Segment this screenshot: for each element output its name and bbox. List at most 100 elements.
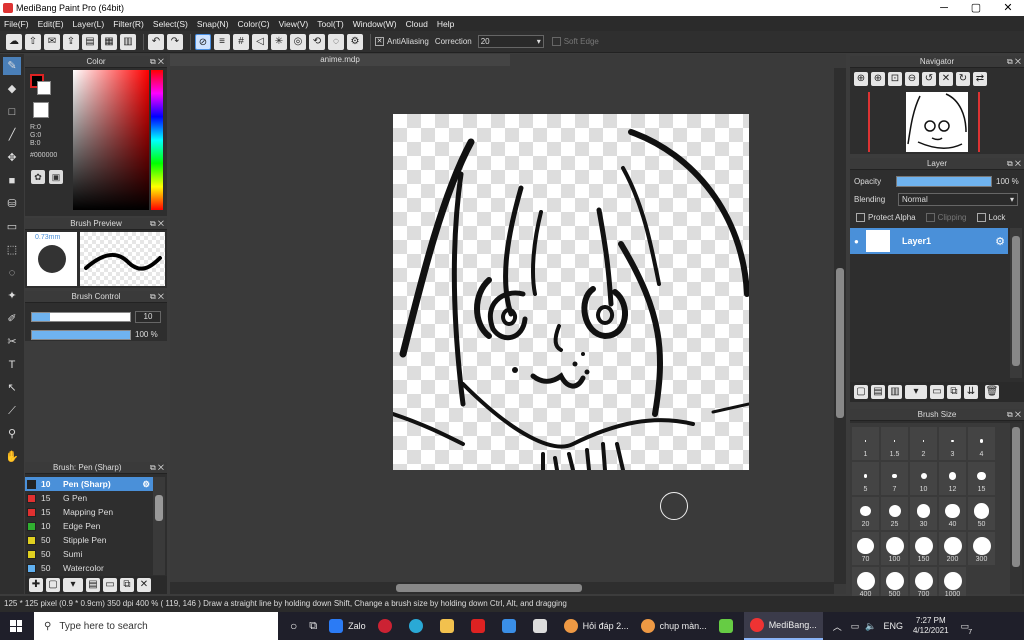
brush-size-option[interactable]: 30: [910, 497, 937, 530]
zoom-out-icon[interactable]: ⊖: [905, 72, 919, 86]
vertical-scrollbar[interactable]: [834, 68, 846, 584]
brush-item[interactable]: 10 Edge Pen: [25, 519, 153, 533]
menu-edit[interactable]: Edit(E): [38, 19, 64, 29]
menu-help[interactable]: Help: [437, 19, 454, 29]
bucket-tool-icon[interactable]: ⛁: [3, 195, 21, 213]
rotate-right-icon[interactable]: ↻: [956, 72, 970, 86]
brush-tool-icon[interactable]: ✎: [3, 57, 21, 75]
select-tool-icon[interactable]: ⬚: [3, 241, 21, 259]
fill-rect-tool-icon[interactable]: ■: [3, 172, 21, 190]
brush-size-option[interactable]: 4: [968, 427, 995, 460]
panel-close-icon[interactable]: ⧉ ✕: [150, 462, 164, 474]
brush-size-option[interactable]: 300: [968, 532, 995, 565]
line-tool-icon[interactable]: ╱: [3, 126, 21, 144]
brush-size-slider[interactable]: [31, 312, 131, 322]
correction-select[interactable]: 20: [477, 35, 544, 48]
hand-tool-icon[interactable]: ✋: [3, 448, 21, 466]
folder-icon[interactable]: ▭: [103, 578, 117, 592]
taskbar-explorer[interactable]: [434, 612, 465, 640]
clock[interactable]: 7:27 PM 4/12/2021: [907, 612, 955, 640]
cortana-icon[interactable]: ○: [284, 612, 303, 640]
shape-tool-icon[interactable]: □: [3, 103, 21, 121]
tray-chevron-icon[interactable]: ︿: [827, 612, 848, 640]
brush-size-option[interactable]: 100: [881, 532, 908, 565]
color-history-icon[interactable]: ▣: [49, 170, 63, 184]
layer-opacity-slider[interactable]: [896, 176, 992, 187]
zoom-in-alt-icon[interactable]: ⊕: [871, 72, 885, 86]
taskbar-store[interactable]: [527, 612, 558, 640]
language-indicator[interactable]: ENG: [879, 612, 907, 640]
notification-icon[interactable]: ▭ 7: [955, 612, 976, 640]
brush-opacity-slider[interactable]: [31, 330, 131, 340]
upload-icon[interactable]: ⇧: [25, 33, 41, 50]
windows-start-icon[interactable]: [10, 620, 22, 632]
clipping-checkbox[interactable]: [925, 213, 935, 222]
flip-icon[interactable]: ⇄: [973, 72, 987, 86]
layout-icon[interactable]: ▦: [101, 33, 117, 50]
brush-list-scrollbar[interactable]: [153, 477, 165, 575]
menu-window[interactable]: Window(W): [353, 19, 397, 29]
brush-size-option[interactable]: 10: [910, 462, 937, 495]
menu-filter[interactable]: Filter(R): [113, 19, 144, 29]
brush-size-option[interactable]: 20: [852, 497, 879, 530]
maximize-button[interactable]: ▢: [960, 0, 992, 16]
redo-icon[interactable]: ↷: [167, 33, 183, 50]
new-halftone-layer-icon[interactable]: ▤: [871, 385, 885, 399]
palette-icon[interactable]: ✿: [31, 170, 45, 184]
close-button[interactable]: ✕: [992, 0, 1024, 16]
duplicate-brush-icon[interactable]: ⧉: [120, 578, 134, 592]
undo-icon[interactable]: ↶: [148, 33, 164, 50]
menu-view[interactable]: View(V): [279, 19, 309, 29]
taskbar-medibang[interactable]: MediBang...: [743, 612, 823, 640]
horizontal-scrollbar[interactable]: [170, 582, 834, 594]
navigator-thumbnail[interactable]: [906, 92, 968, 152]
canvas-area[interactable]: anime.mdp: [170, 54, 846, 594]
import-brush-icon[interactable]: ▤: [86, 578, 100, 592]
brush-item[interactable]: 15 Mapping Pen: [25, 505, 153, 519]
move-tool-icon[interactable]: ✥: [3, 149, 21, 167]
lock-checkbox[interactable]: [976, 213, 986, 222]
task-view-icon[interactable]: ⧉: [303, 612, 323, 640]
taskbar-edge[interactable]: [403, 612, 434, 640]
settings-panel-icon[interactable]: ▥: [120, 33, 136, 50]
snap-settings-icon[interactable]: ⚙: [347, 33, 363, 50]
brush-size-option[interactable]: 2: [910, 427, 937, 460]
blending-select[interactable]: Normal ▾: [898, 193, 1018, 206]
rotate-left-icon[interactable]: ↺: [922, 72, 936, 86]
background-color[interactable]: [37, 81, 51, 95]
panel-close-icon[interactable]: ⧉ ✕: [150, 291, 164, 303]
panel-close-icon[interactable]: ⧉ ✕: [150, 218, 164, 230]
layer-row[interactable]: ● Layer1 ⚙: [850, 228, 1008, 254]
layer-scrollbar[interactable]: [1010, 228, 1022, 378]
brush-size-option[interactable]: 7: [881, 462, 908, 495]
transparent-color-swatch[interactable]: [33, 102, 49, 118]
menu-layer[interactable]: Layer(L): [73, 19, 105, 29]
brush-size-option[interactable]: 40: [939, 497, 966, 530]
add-brush-icon[interactable]: ✚: [29, 578, 43, 592]
trash-icon[interactable]: 🗑: [985, 385, 999, 399]
brush-size-option[interactable]: 150: [910, 532, 937, 565]
cloud-icon[interactable]: ☁: [6, 33, 22, 50]
snap-off-icon[interactable]: ⊘: [195, 33, 211, 50]
new-layer-icon[interactable]: ▢: [854, 385, 868, 399]
brush-item[interactable]: 15 G Pen: [25, 491, 153, 505]
panel-close-icon[interactable]: ⧉ ✕: [150, 56, 164, 68]
layer-menu-icon[interactable]: ▾: [905, 385, 927, 399]
menu-color[interactable]: Color(C): [238, 19, 270, 29]
brush-size-option[interactable]: 50: [968, 497, 995, 530]
comment-icon[interactable]: ✉: [44, 33, 60, 50]
taskbar-chrome-hoi-dap[interactable]: Hỏi đáp 2...: [558, 612, 635, 640]
reset-view-icon[interactable]: ✕: [939, 72, 953, 86]
taskbar-mail[interactable]: [496, 612, 527, 640]
zoom-in-icon[interactable]: ⊕: [854, 72, 868, 86]
magic-wand-tool-icon[interactable]: ✦: [3, 287, 21, 305]
new-brush-icon[interactable]: ▢: [46, 578, 60, 592]
menu-file[interactable]: File(F): [4, 19, 29, 29]
menu-snap[interactable]: Snap(N): [197, 19, 229, 29]
eraser-tool-icon[interactable]: ◆: [3, 80, 21, 98]
minimize-button[interactable]: ─: [928, 0, 960, 16]
fit-icon[interactable]: ⊡: [888, 72, 902, 86]
brush-size-option[interactable]: 25: [881, 497, 908, 530]
brush-size-scrollbar[interactable]: [1010, 423, 1022, 594]
brush-size-option[interactable]: 1.5: [881, 427, 908, 460]
